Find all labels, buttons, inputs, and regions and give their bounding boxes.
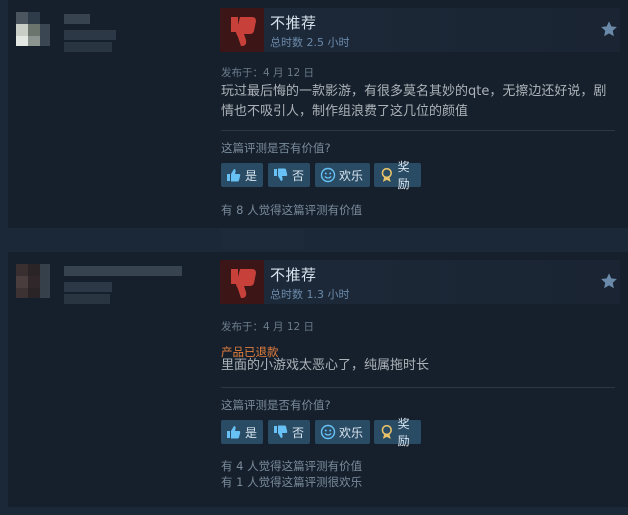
- vote-yes-button[interactable]: 是: [221, 163, 263, 187]
- faded-control: [222, 229, 304, 249]
- vote-funny-label: 欢乐: [339, 425, 364, 440]
- author-stats-blurred: [64, 282, 112, 292]
- author-stats-blurred: [64, 30, 116, 40]
- vote-yes-label: 是: [245, 425, 258, 440]
- award-label: 奖励: [397, 160, 410, 191]
- vote-no-button[interactable]: 否: [268, 163, 310, 187]
- avatar[interactable]: [16, 264, 50, 298]
- vote-header[interactable]: 不推荐 总时数 1.3 小时: [220, 260, 620, 304]
- award-button[interactable]: 奖励: [374, 160, 421, 191]
- review-text-line: 里面的小游戏太恶心了，纯属拖时长: [221, 358, 430, 373]
- star-icon[interactable]: [600, 272, 618, 290]
- review-text-line: 玩过最后悔的一款影游，有很多莫名其妙的qte，无擦边还好说，剧: [221, 84, 607, 99]
- review-text-line: 情也不吸引人，制作组浪费了这几位的颜值: [221, 104, 469, 119]
- vote-no-button[interactable]: 否: [268, 420, 310, 444]
- playtime-hours: 总时数 2.5 小时: [270, 36, 350, 49]
- helpful-question: 这篇评测是否有价值?: [221, 141, 331, 155]
- vote-funny-button[interactable]: 欢乐: [315, 163, 370, 187]
- divider: [221, 387, 615, 388]
- smiley-icon: [320, 167, 336, 183]
- playtime-hours: 总时数 1.3 小时: [270, 288, 350, 301]
- avatar[interactable]: [16, 12, 50, 46]
- vote-funny-label: 欢乐: [339, 168, 364, 183]
- thumbs-down-icon: [220, 260, 264, 304]
- review-card: 不推荐 总时数 1.3 小时 发布于：4 月 12 日 产品已退款 里面的小游戏…: [8, 252, 628, 507]
- review-text: 玩过最后悔的一款影游，有很多莫名其妙的qte，无擦边还好说，剧 情也不吸引人，制…: [221, 82, 616, 122]
- helpful-tally: 有 4 人觉得这篇评测有价值: [221, 459, 363, 473]
- vote-yes-button[interactable]: 是: [221, 420, 263, 444]
- review-card: 不推荐 总时数 2.5 小时 发布于：4 月 12 日 玩过最后悔的一款影游，有…: [8, 0, 628, 228]
- helpful-question: 这篇评测是否有价值?: [221, 398, 331, 412]
- author-name-blurred: [64, 266, 182, 276]
- smiley-icon: [320, 424, 336, 440]
- award-icon: [381, 424, 392, 439]
- vote-header[interactable]: 不推荐 总时数 2.5 小时: [220, 8, 620, 52]
- thumbs-down-icon: [274, 425, 288, 438]
- review-text: 里面的小游戏太恶心了，纯属拖时长: [221, 356, 616, 376]
- funny-tally: 有 1 人觉得这篇评测很欢乐: [221, 475, 363, 489]
- star-icon[interactable]: [600, 20, 618, 38]
- thumbs-up-icon: [227, 426, 241, 439]
- author-name-blurred: [64, 14, 90, 24]
- posted-date: 发布于：4 月 12 日: [221, 67, 315, 79]
- review-verdict: 不推荐: [270, 14, 317, 32]
- vote-no-label: 否: [292, 425, 305, 440]
- review-author[interactable]: [12, 260, 212, 320]
- review-author[interactable]: [12, 8, 212, 68]
- vote-yes-label: 是: [245, 168, 258, 183]
- review-verdict: 不推荐: [270, 266, 317, 284]
- thumbs-down-icon: [274, 168, 288, 181]
- thumbs-up-icon: [227, 169, 241, 182]
- thumbs-down-icon: [220, 8, 264, 52]
- author-stats-blurred: [64, 42, 112, 52]
- award-label: 奖励: [397, 417, 410, 448]
- vote-funny-button[interactable]: 欢乐: [315, 420, 370, 444]
- vote-no-label: 否: [292, 168, 305, 183]
- award-button[interactable]: 奖励: [374, 417, 421, 448]
- author-stats-blurred: [64, 294, 110, 304]
- award-icon: [381, 167, 392, 182]
- helpful-tally: 有 8 人觉得这篇评测有价值: [221, 203, 363, 217]
- divider: [221, 130, 615, 131]
- posted-date: 发布于：4 月 12 日: [221, 321, 315, 333]
